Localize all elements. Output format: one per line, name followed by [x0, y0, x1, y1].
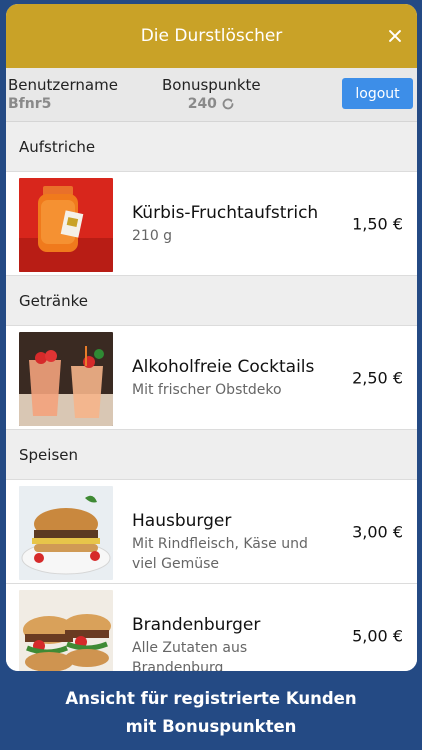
product-description: 210 g — [132, 228, 173, 244]
product-description: Mit frischer Obstdeko — [132, 382, 282, 398]
username-value: Bfnr5 — [8, 96, 52, 112]
points-row: 240 — [162, 96, 261, 112]
product-image-burger — [19, 486, 113, 580]
title-bar: Die Durstlöscher — [6, 4, 417, 68]
section-header-aufstriche: Aufstriche — [6, 122, 417, 172]
product-description: Alle Zutaten aus Brandenburg — [132, 640, 248, 671]
logout-button[interactable]: logout — [342, 78, 413, 109]
product-price: 3,00 € — [352, 522, 403, 541]
footer-caption: Ansicht für registrierte Kunden mit Bonu… — [0, 671, 422, 750]
product-item[interactable]: Brandenburger Alle Zutaten aus Brandenbu… — [6, 584, 417, 671]
product-item[interactable]: Kürbis-Fruchtaufstrich 210 g 1,50 € — [6, 172, 417, 276]
section-header-speisen: Speisen — [6, 430, 417, 480]
product-item[interactable]: Alkoholfreie Cocktails Mit frischer Obst… — [6, 326, 417, 430]
points-label: Bonuspunkte — [162, 76, 261, 94]
footer-line-2: mit Bonuspunkten — [125, 717, 297, 736]
user-bar: Benutzername Bfnr5 Bonuspunkte 240 logou… — [6, 68, 417, 122]
app-window: Die Durstlöscher Benutzername Bfnr5 Bonu… — [6, 4, 417, 671]
product-price: 1,50 € — [352, 214, 403, 233]
product-price: 2,50 € — [352, 368, 403, 387]
footer-line-1: Ansicht für registrierte Kunden — [65, 689, 357, 708]
product-name: Brandenburger — [132, 615, 261, 635]
close-icon[interactable] — [385, 26, 405, 46]
product-image-brandenburger — [19, 590, 113, 671]
refresh-icon[interactable] — [221, 97, 235, 111]
points-block: Bonuspunkte 240 — [162, 76, 261, 112]
app-title: Die Durstlöscher — [140, 26, 283, 46]
product-image-cocktails — [19, 332, 113, 426]
product-image-jar — [19, 178, 113, 272]
product-name: Alkoholfreie Cocktails — [132, 357, 315, 377]
product-name: Kürbis-Fruchtaufstrich — [132, 203, 319, 223]
username-label: Benutzername — [8, 76, 118, 94]
username-block: Benutzername Bfnr5 — [8, 76, 118, 112]
product-description: Mit Rindfleisch, Käse und viel Gemüse — [132, 536, 308, 572]
product-text: Kürbis-Fruchtaufstrich 210 g — [132, 202, 332, 246]
product-text: Hausburger Mit Rindfleisch, Käse und vie… — [132, 510, 332, 574]
product-price: 5,00 € — [352, 626, 403, 645]
section-header-getraenke: Getränke — [6, 276, 417, 326]
product-text: Brandenburger Alle Zutaten aus Brandenbu… — [132, 614, 332, 671]
points-value: 240 — [187, 96, 217, 112]
product-item[interactable]: Hausburger Mit Rindfleisch, Käse und vie… — [6, 480, 417, 584]
product-name: Hausburger — [132, 511, 232, 531]
product-text: Alkoholfreie Cocktails Mit frischer Obst… — [132, 356, 332, 400]
